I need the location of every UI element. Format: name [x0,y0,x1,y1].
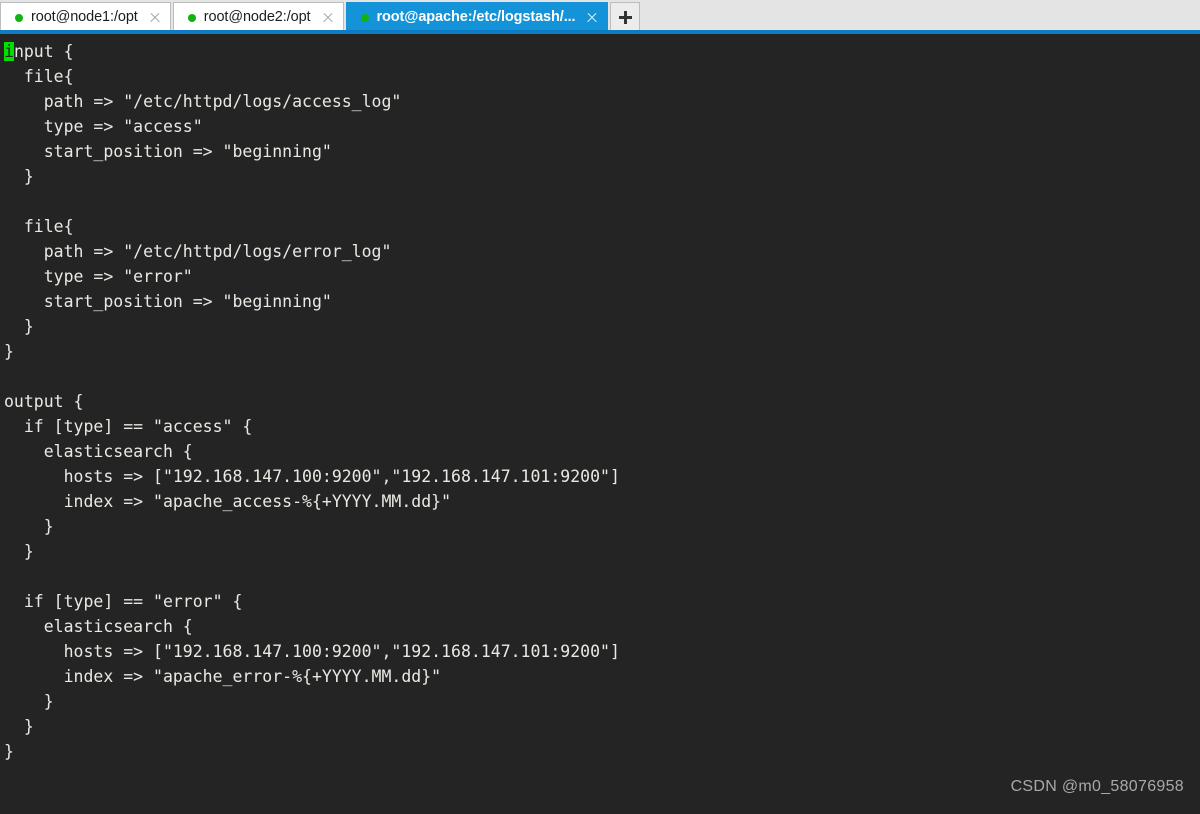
terminal-line: } [4,692,54,711]
terminal-line: elasticsearch { [4,617,193,636]
terminal-line: hosts => ["192.168.147.100:9200","192.16… [4,467,620,486]
close-tab-icon[interactable] [321,11,335,25]
tab-root-node2[interactable]: root@node2:/opt [172,2,344,32]
terminal-line: file{ [4,217,74,236]
terminal-screen[interactable]: input { file{ path => "/etc/httpd/logs/a… [4,39,1200,764]
terminal-line: } [4,717,34,736]
terminal-line: type => "error" [4,267,193,286]
terminal-line: } [4,167,34,186]
terminal-line: input { [4,42,74,61]
tab-bar-empty-area [640,0,1200,34]
terminal-line: } [4,742,14,761]
tab-root-node1[interactable]: root@node1:/opt [0,2,171,32]
terminal-line: if [type] == "error" { [4,592,243,611]
connected-dot-icon [15,13,23,22]
tab-label: root@node1:/opt [31,9,138,26]
connected-dot-icon [187,13,196,22]
terminal-line: path => "/etc/httpd/logs/error_log" [4,242,392,261]
terminal-line: start_position => "beginning" [4,142,332,161]
tab-label: root@apache:/etc/logstash/... [376,9,576,26]
terminal-line: path => "/etc/httpd/logs/access_log" [4,92,402,111]
terminal-line: index => "apache_access-%{+YYYY.MM.dd}" [4,492,452,511]
connected-dot-icon [360,13,369,22]
terminal-line: index => "apache_error-%{+YYYY.MM.dd}" [4,667,442,686]
terminal-line: } [4,342,14,361]
tab-bar: root@node1:/opt root@node2:/opt root@apa… [0,0,1200,34]
terminal-line: if [type] == "access" { [4,417,253,436]
terminal-line: output { [4,392,84,411]
terminal-line: type => "access" [4,117,203,136]
terminal-line: } [4,517,54,536]
terminal-line: start_position => "beginning" [4,292,332,311]
terminal-pane[interactable]: input { file{ path => "/etc/httpd/logs/a… [0,34,1200,814]
tab-strip: root@node1:/opt root@node2:/opt root@apa… [0,0,641,34]
terminal-line: } [4,317,34,336]
tab-root-apache[interactable]: root@apache:/etc/logstash/... [345,2,609,32]
close-tab-icon[interactable] [585,11,599,25]
close-tab-icon[interactable] [148,11,162,25]
terminal-line: hosts => ["192.168.147.100:9200","192.16… [4,642,620,661]
watermark: CSDN @m0_58076958 [1010,778,1184,795]
terminal-line: file{ [4,67,74,86]
new-tab-button[interactable] [610,2,641,32]
terminal-cursor: i [4,42,14,61]
terminal-line: } [4,542,34,561]
tab-label: root@node2:/opt [203,9,311,26]
terminal-line: elasticsearch { [4,442,193,461]
